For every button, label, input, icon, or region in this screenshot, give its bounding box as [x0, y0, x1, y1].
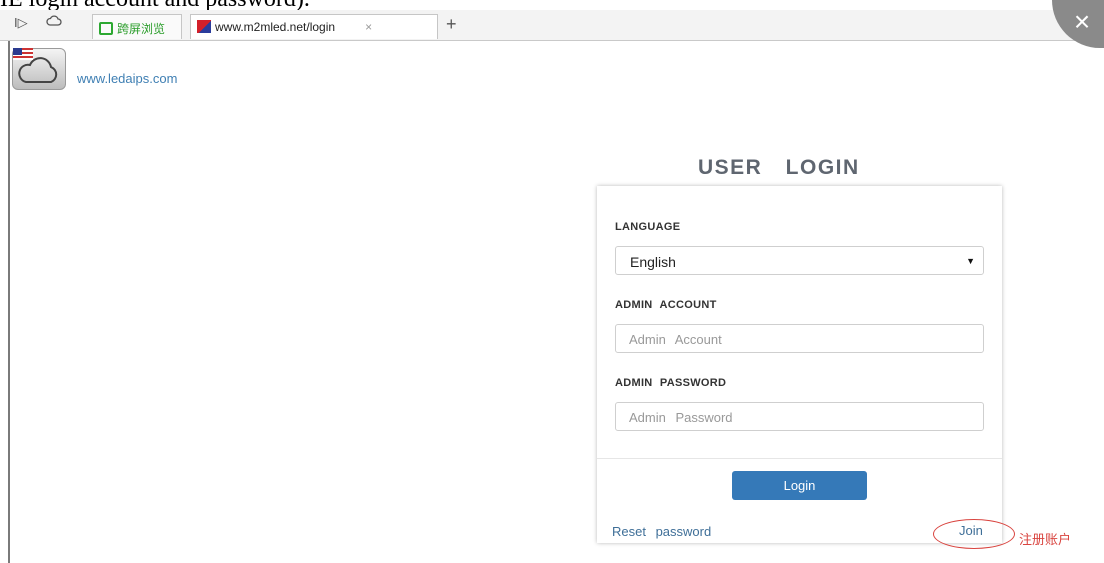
- account-input[interactable]: Admin Account: [615, 324, 984, 353]
- forward-icon[interactable]: I▷: [14, 15, 28, 31]
- join-highlight-ring: [933, 519, 1015, 549]
- document-caption: IE login account and password).: [0, 0, 640, 10]
- password-placeholder: Admin Password: [629, 410, 733, 425]
- us-flag-icon[interactable]: [13, 48, 33, 60]
- form-divider: [597, 458, 1002, 459]
- language-select[interactable]: English ▼: [615, 246, 984, 275]
- register-annotation: 注册账户: [1019, 532, 1072, 547]
- account-label: ADMIN ACCOUNT: [615, 299, 717, 311]
- site-favicon-icon: [197, 20, 211, 33]
- browser-tab-bar: I▷ 跨屏浏览 www.m2mled.net/login × +: [0, 10, 1104, 41]
- tab-label: 跨屏浏览: [117, 22, 166, 36]
- login-button[interactable]: Login: [732, 471, 867, 500]
- tab-close-icon[interactable]: ×: [365, 20, 372, 34]
- language-label: LANGUAGE: [615, 221, 681, 233]
- page-left-border: [8, 41, 10, 563]
- page-title: USER LOGIN: [698, 156, 860, 179]
- password-input[interactable]: Admin Password: [615, 402, 984, 431]
- login-panel: LANGUAGE English ▼ ADMIN ACCOUNT Admin A…: [597, 186, 1002, 543]
- reset-password-link[interactable]: Reset password: [612, 524, 711, 539]
- cloud-icon[interactable]: [46, 14, 62, 29]
- phone-icon: [99, 22, 113, 35]
- new-tab-button[interactable]: +: [446, 14, 457, 35]
- language-value: English: [630, 254, 676, 270]
- account-placeholder: Admin Account: [629, 332, 722, 347]
- tab-login-page[interactable]: www.m2mled.net/login ×: [190, 14, 438, 39]
- dropdown-caret-icon: ▼: [966, 256, 975, 266]
- tab-label: www.m2mled.net/login: [215, 20, 336, 34]
- tab-cross-screen[interactable]: 跨屏浏览: [92, 14, 182, 39]
- site-link[interactable]: www.ledaips.com: [77, 71, 177, 86]
- password-label: ADMIN PASSWORD: [615, 377, 727, 389]
